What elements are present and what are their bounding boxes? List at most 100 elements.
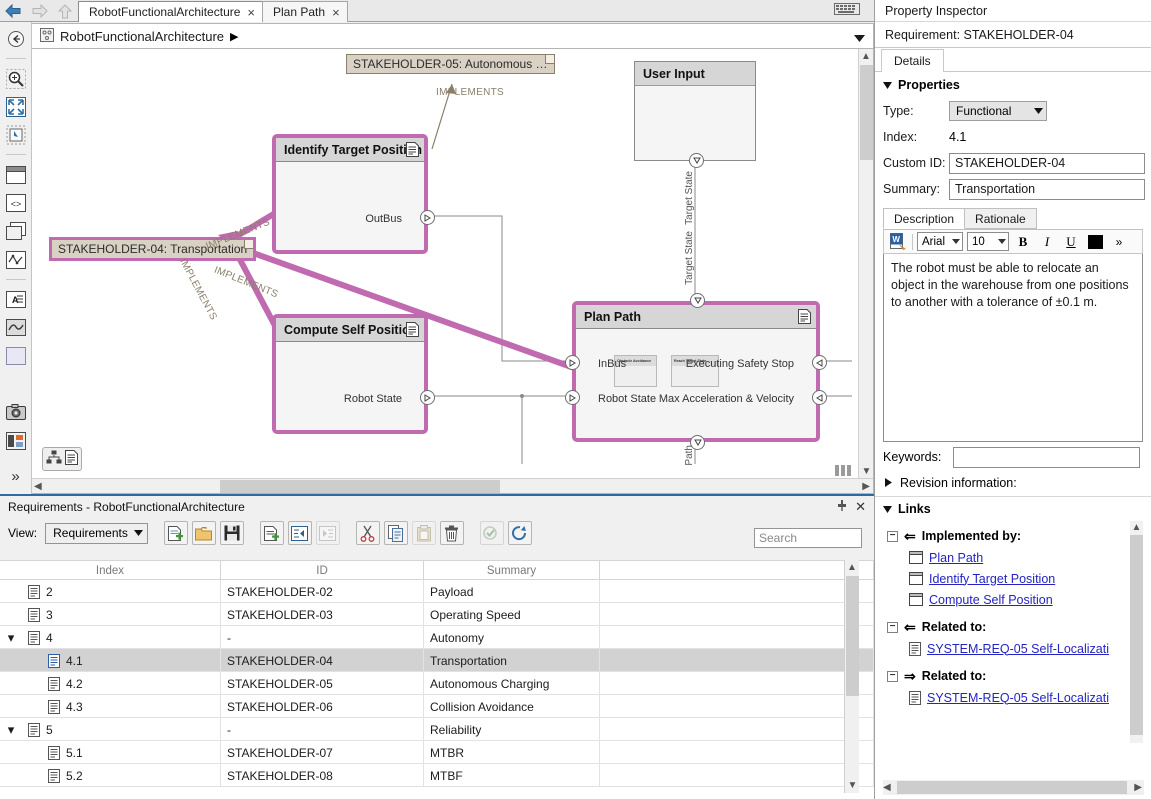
scroll-up-icon[interactable]: ▲ [845,560,859,575]
properties-section-header[interactable]: Properties [875,72,1151,98]
text-color-swatch[interactable] [1085,232,1105,251]
back-to-parent-icon[interactable] [4,28,28,50]
chevron-down-icon[interactable] [854,32,865,46]
block-plan-path[interactable]: Plan Path Obstacle Avoidance [572,301,820,442]
paste-icon[interactable] [412,521,436,545]
link-label[interactable]: Compute Self Position [929,593,1053,607]
column-header-summary[interactable]: Summary [424,561,600,581]
caret-cell[interactable]: ▾ [0,631,22,644]
hierarchy-icon[interactable] [46,450,62,468]
requirements-vertical-scrollbar[interactable]: ▲ ▼ [844,560,859,793]
table-row[interactable]: 4.3STAKEHOLDER-06Collision Avoidance [0,695,874,718]
keywords-input[interactable] [953,447,1140,468]
fit-to-view-icon[interactable] [4,96,28,118]
caret-cell[interactable]: ▾ [0,723,22,736]
link-group-header[interactable]: −⇐Related to: [887,616,1143,638]
link-label[interactable]: SYSTEM-REQ-05 Self-Localizati [927,642,1109,656]
scroll-right-icon[interactable]: ▶ [862,479,870,494]
scroll-thumb[interactable] [846,576,859,696]
camera-icon[interactable] [4,401,28,423]
table-row[interactable]: ▾4-Autonomy [0,626,874,649]
tab-details[interactable]: Details [881,49,944,72]
link-item[interactable]: SYSTEM-REQ-05 Self-Localizati [887,638,1143,659]
revision-information-row[interactable]: Revision information: [875,472,1151,496]
scroll-thumb[interactable] [897,781,1127,794]
table-row[interactable]: 5.1STAKEHOLDER-07MTBR [0,741,874,764]
link-group-header[interactable]: −⇒Related to: [887,665,1143,687]
collapse-triangle-icon[interactable] [883,502,892,516]
font-size-select[interactable]: 10 [967,232,1009,251]
more-options-icon[interactable]: » [1109,232,1129,251]
requirement-note-stakeholder-05[interactable]: STAKEHOLDER-05: Autonomous … [346,54,555,74]
table-row[interactable]: ▾5-Reliability [0,718,874,741]
demote-icon[interactable] [316,521,340,545]
view-select[interactable]: Requirements [45,523,148,544]
output-port-target-state[interactable] [689,153,704,168]
tab-close-icon[interactable]: × [247,6,255,19]
component-icon[interactable] [4,163,28,185]
back-arrow-icon[interactable] [0,1,26,21]
links-horizontal-scrollbar[interactable]: ◀ ▶ [883,780,1144,795]
column-header-index[interactable]: Index [0,561,221,581]
scroll-down-icon[interactable]: ▼ [859,464,874,479]
collapse-triangle-icon[interactable] [883,78,892,92]
link-label[interactable]: Plan Path [929,551,983,565]
canvas-resize-grip[interactable] [835,465,851,476]
more-chevrons-icon[interactable]: » [4,466,28,488]
add-requirement-icon[interactable] [260,521,284,545]
underline-button[interactable]: U [1061,232,1081,251]
keyboard-icon[interactable] [834,3,860,18]
pin-icon[interactable] [837,500,847,515]
table-row[interactable]: 3STAKEHOLDER-03Operating Speed [0,603,874,626]
document-icon[interactable] [65,450,78,468]
bold-button[interactable]: B [1013,232,1033,251]
summary-input[interactable]: Transportation [949,179,1145,200]
output-port-outbus[interactable] [420,210,435,225]
open-icon[interactable] [192,521,216,545]
output-port-max-acceleration-velocity[interactable] [812,390,827,405]
input-port-inbus[interactable] [565,355,580,370]
scroll-left-icon[interactable]: ◀ [883,780,891,795]
scroll-down-icon[interactable]: ▼ [845,778,860,793]
check-icon[interactable] [480,521,504,545]
block-identify-target-position[interactable]: Identify Target Position OutBus [272,134,428,254]
type-select[interactable]: Functional [949,101,1047,121]
delete-icon[interactable] [440,521,464,545]
scroll-thumb[interactable] [860,65,873,160]
link-label[interactable]: Identify Target Position [929,572,1055,586]
tab-plan-path[interactable]: Plan Path × [262,1,348,22]
scroll-up-icon[interactable]: ▲ [1130,521,1143,534]
close-icon[interactable]: ✕ [855,499,866,515]
scroll-thumb[interactable] [220,480,500,493]
tab-close-icon[interactable]: × [332,6,340,19]
signal-icon[interactable] [4,316,28,338]
block-compute-self-position[interactable]: Compute Self Position Robot State [272,314,428,434]
table-row[interactable]: 5.2STAKEHOLDER-08MTBF [0,764,874,787]
table-row[interactable]: 4.2STAKEHOLDER-05Autonomous Charging [0,672,874,695]
description-text[interactable]: The robot must be able to relocate an ob… [883,254,1143,442]
breadcrumb-label[interactable]: RobotFunctionalArchitecture [60,29,224,44]
scroll-up-icon[interactable]: ▲ [859,49,873,64]
font-family-select[interactable]: Arial [917,232,963,251]
save-icon[interactable] [220,521,244,545]
zoom-icon[interactable] [4,67,28,89]
dashboard-icon[interactable] [4,429,28,451]
refresh-icon[interactable] [508,521,532,545]
scroll-thumb[interactable] [1130,535,1143,735]
table-row[interactable]: 2STAKEHOLDER-02Payload [0,580,874,603]
block-user-input[interactable]: User Input [634,61,756,161]
requirement-badge-icon[interactable] [406,322,419,340]
promote-icon[interactable] [288,521,312,545]
scroll-right-icon[interactable]: ▶ [1134,780,1142,795]
tab-description[interactable]: Description [883,208,965,229]
links-section-header[interactable]: Links [875,496,1151,521]
custom-id-input[interactable]: STAKEHOLDER-04 [949,153,1145,174]
search-input[interactable]: Search [754,528,862,548]
output-port-robot-state[interactable] [420,390,435,405]
collapse-box-icon[interactable]: − [887,671,898,682]
new-requirement-set-icon[interactable] [164,521,188,545]
row-expand-caret[interactable]: ▾ [8,631,15,644]
canvas-horizontal-scrollbar[interactable]: ◀ ▶ [32,478,874,493]
link-item[interactable]: Compute Self Position [887,589,1143,610]
column-header-id[interactable]: ID [221,561,424,581]
